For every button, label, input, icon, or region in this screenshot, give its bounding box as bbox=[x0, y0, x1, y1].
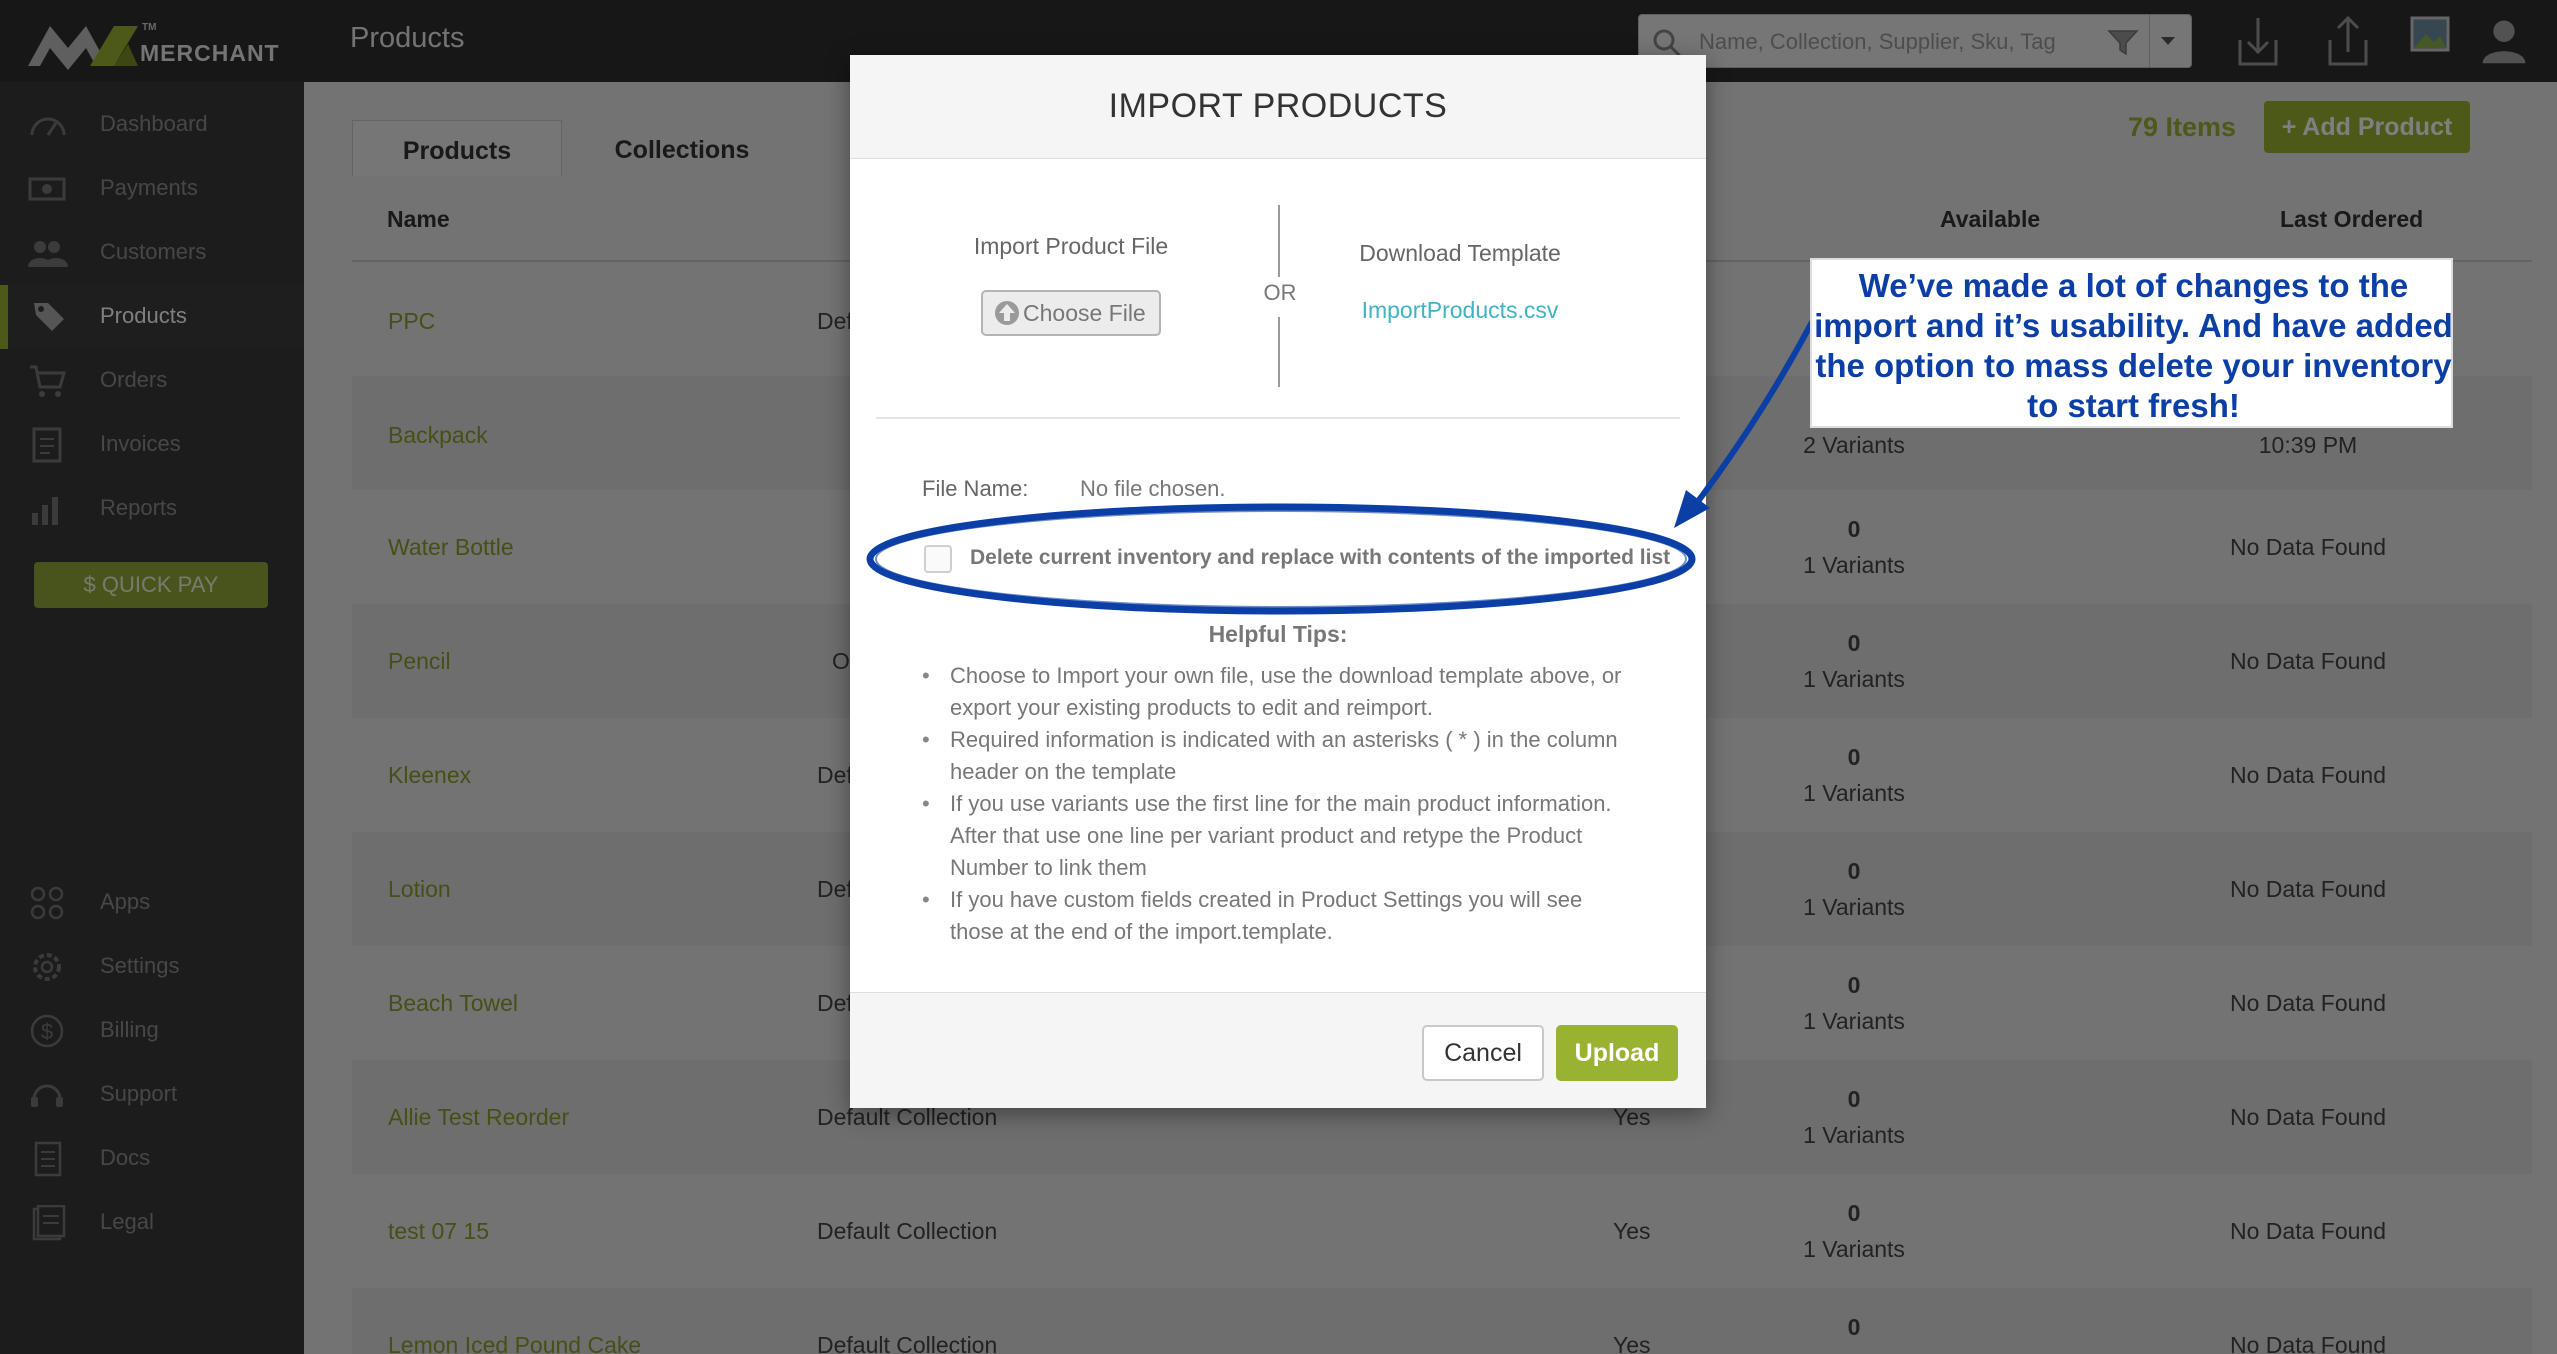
tip-item: Required information is indicated with a… bbox=[922, 724, 1622, 788]
file-name-value: No file chosen. bbox=[1080, 476, 1226, 501]
template-download-link[interactable]: ImportProducts.csv bbox=[1340, 297, 1580, 324]
tip-item: If you have custom fields created in Pro… bbox=[922, 884, 1622, 948]
tip-item: Choose to Import your own file, use the … bbox=[922, 660, 1622, 724]
import-file-label: Import Product File bbox=[973, 233, 1169, 259]
helpful-tips-title: Helpful Tips: bbox=[1208, 621, 1348, 647]
upload-arrow-icon bbox=[995, 301, 1019, 325]
file-name-label: File Name: bbox=[922, 476, 1029, 501]
delete-inventory-label[interactable]: Delete current inventory and replace wit… bbox=[970, 546, 1670, 570]
modal-footer: Cancel Upload bbox=[850, 992, 1706, 1108]
annotation-text: We’ve made a lot of changes to the impor… bbox=[1814, 267, 2453, 424]
modal-header: IMPORT PRODUCTS bbox=[850, 55, 1706, 159]
cancel-button[interactable]: Cancel bbox=[1422, 1025, 1544, 1081]
or-divider-bottom bbox=[1278, 317, 1280, 387]
modal-divider bbox=[876, 417, 1680, 419]
or-divider-top bbox=[1278, 205, 1280, 277]
delete-inventory-checkbox[interactable] bbox=[924, 545, 952, 573]
upload-button[interactable]: Upload bbox=[1556, 1025, 1678, 1081]
or-label: OR bbox=[1263, 280, 1297, 305]
annotation-callout: We’ve made a lot of changes to the impor… bbox=[1810, 258, 2453, 428]
choose-file-button[interactable]: Choose File bbox=[981, 290, 1161, 336]
helpful-tips-list: Choose to Import your own file, use the … bbox=[922, 660, 1622, 948]
tip-item: If you use variants use the first line f… bbox=[922, 788, 1622, 884]
choose-file-label: Choose File bbox=[1023, 299, 1146, 326]
download-template-label: Download Template bbox=[1359, 240, 1561, 266]
modal-title: IMPORT PRODUCTS bbox=[1108, 87, 1448, 125]
import-products-modal: IMPORT PRODUCTS Import Product File Choo… bbox=[850, 55, 1706, 1108]
